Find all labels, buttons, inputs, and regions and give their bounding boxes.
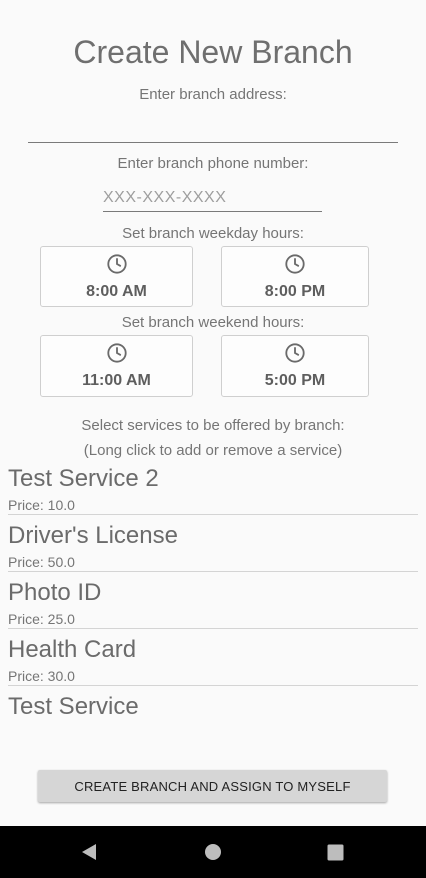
address-input[interactable] xyxy=(28,118,398,143)
phone-label: Enter branch phone number: xyxy=(117,155,309,172)
divider xyxy=(8,685,418,686)
back-icon[interactable] xyxy=(80,842,98,862)
weekday-hours-label: Set branch weekday hours: xyxy=(122,225,304,242)
service-price: Price: 25.0 xyxy=(8,611,75,627)
home-icon[interactable] xyxy=(204,843,222,861)
service-item[interactable]: Test Service xyxy=(8,693,418,721)
weekend-close-time: 5:00 PM xyxy=(264,372,326,389)
divider xyxy=(8,514,418,515)
services-label: Select services to be offered by branch: xyxy=(81,417,345,434)
system-nav-bar xyxy=(0,826,426,878)
service-name: Driver's License xyxy=(8,522,178,549)
service-item[interactable]: Photo ID Price: 25.0 xyxy=(8,579,418,629)
weekend-close-time-button[interactable]: 5:00 PM xyxy=(221,335,369,397)
service-item[interactable]: Test Service 2 Price: 10.0 xyxy=(8,465,418,515)
weekend-hours-label: Set branch weekend hours: xyxy=(121,314,305,331)
services-hint: (Long click to add or remove a service) xyxy=(83,442,343,459)
page-title: Create New Branch xyxy=(73,34,353,70)
service-name: Health Card xyxy=(8,636,137,663)
clock-icon xyxy=(106,254,127,274)
phone-input[interactable] xyxy=(103,187,322,212)
service-name: Test Service xyxy=(8,693,139,720)
address-label: Enter branch address: xyxy=(139,86,287,103)
recents-icon[interactable] xyxy=(327,844,344,861)
weekday-close-time-button[interactable]: 8:00 PM xyxy=(221,246,369,307)
clock-icon xyxy=(285,343,305,363)
service-name: Photo ID xyxy=(8,579,102,606)
weekend-open-time: 11:00 AM xyxy=(82,372,151,389)
service-name: Test Service 2 xyxy=(8,465,159,492)
weekday-close-time: 8:00 PM xyxy=(264,283,326,300)
divider xyxy=(8,571,418,572)
weekend-open-time-button[interactable]: 11:00 AM xyxy=(40,335,193,397)
service-price: Price: 30.0 xyxy=(8,668,75,684)
service-price: Price: 10.0 xyxy=(8,497,75,513)
divider xyxy=(8,628,418,629)
weekday-open-time: 8:00 AM xyxy=(86,283,147,300)
clock-icon xyxy=(106,343,127,363)
create-branch-button[interactable]: CREATE BRANCH AND ASSIGN TO MYSELF xyxy=(38,770,387,802)
weekday-open-time-button[interactable]: 8:00 AM xyxy=(40,246,193,307)
service-item[interactable]: Driver's License Price: 50.0 xyxy=(8,522,418,572)
service-price: Price: 50.0 xyxy=(8,554,75,570)
clock-icon xyxy=(285,254,305,274)
service-item[interactable]: Health Card Price: 30.0 xyxy=(8,636,418,686)
